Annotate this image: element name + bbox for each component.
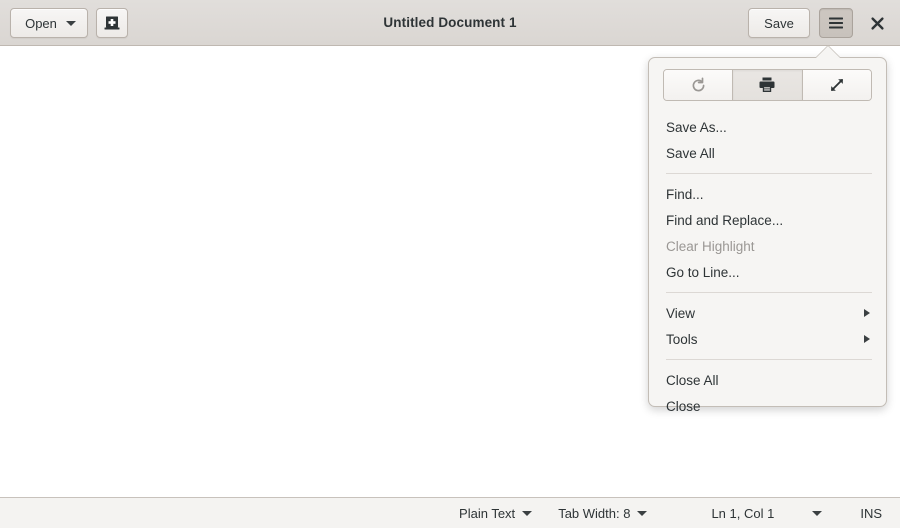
menu-item-label: Go to Line...: [666, 264, 740, 280]
chevron-down-icon: [65, 20, 76, 26]
chevron-down-icon: [812, 510, 823, 516]
open-button-label: Open: [25, 15, 57, 31]
menu-item-label: Clear Highlight: [666, 238, 755, 254]
menu-item-clear-highlight: Clear Highlight: [649, 233, 886, 259]
menu-item-save-all[interactable]: Save All: [649, 140, 886, 166]
menu-item-view[interactable]: View: [649, 300, 886, 326]
chevron-right-icon: [864, 335, 870, 343]
menu-item-label: Close: [666, 398, 701, 414]
menu-item-close-all[interactable]: Close All: [649, 367, 886, 393]
open-button[interactable]: Open: [10, 8, 88, 38]
status-bar: Plain Text Tab Width: 8 Ln 1, Col 1 INS: [0, 497, 900, 528]
insert-mode-indicator[interactable]: INS: [860, 506, 882, 521]
menu-item-close[interactable]: Close: [649, 393, 886, 419]
save-button-label: Save: [764, 15, 794, 31]
header-bar: Untitled Document 1 Open Save: [0, 0, 900, 46]
tab-width-label: Tab Width: 8: [558, 505, 631, 521]
save-button[interactable]: Save: [748, 8, 810, 38]
language-selector[interactable]: Plain Text: [459, 505, 533, 521]
menu-item-find-and-replace[interactable]: Find and Replace...: [649, 207, 886, 233]
menu-item-label: Close All: [666, 372, 719, 388]
print-button[interactable]: [732, 70, 802, 100]
new-document-button[interactable]: [96, 8, 128, 38]
tab-width-selector[interactable]: Tab Width: 8: [558, 505, 648, 521]
header-left-controls: Open: [10, 0, 128, 46]
menu-group-submenus: View Tools: [649, 299, 886, 353]
menu-item-go-to-line[interactable]: Go to Line...: [649, 259, 886, 285]
language-label: Plain Text: [459, 505, 516, 521]
menu-separator: [666, 359, 872, 360]
chevron-right-icon: [864, 309, 870, 317]
window-close-button[interactable]: [862, 8, 892, 38]
menu-separator: [666, 292, 872, 293]
chevron-down-icon: [637, 510, 648, 516]
reload-icon: [692, 77, 705, 91]
menu-group-search: Find... Find and Replace... Clear Highli…: [649, 180, 886, 286]
menu-group-save: Save As... Save All: [649, 113, 886, 167]
menu-item-save-as[interactable]: Save As...: [649, 114, 886, 140]
menu-item-label: Find...: [666, 186, 704, 202]
hamburger-menu-icon: [829, 17, 843, 29]
menu-item-find[interactable]: Find...: [649, 181, 886, 207]
header-right-controls: Save: [748, 0, 892, 46]
menu-item-label: Save All: [666, 145, 715, 161]
fullscreen-icon: [830, 79, 843, 91]
revert-button[interactable]: [664, 70, 733, 100]
menu-item-tools[interactable]: Tools: [649, 326, 886, 352]
main-menu-popover: Save As... Save All Find... Find and Rep…: [648, 46, 887, 414]
menu-icon-toolbar: [663, 69, 872, 101]
printer-icon: [759, 77, 775, 92]
popover-body: Save As... Save All Find... Find and Rep…: [648, 57, 887, 414]
menu-group-close: Close All Close: [649, 366, 886, 420]
menu-item-label: Save As...: [666, 119, 727, 135]
cursor-position-dropdown[interactable]: [812, 510, 823, 516]
cursor-position-selector[interactable]: Ln 1, Col 1: [711, 506, 774, 521]
main-menu-button[interactable]: [819, 8, 853, 38]
chevron-down-icon: [522, 510, 533, 516]
fullscreen-button[interactable]: [801, 70, 871, 100]
menu-separator: [666, 173, 872, 174]
new-document-icon: [104, 16, 120, 30]
text-editor-window: Untitled Document 1 Open Save Save As...…: [0, 0, 900, 528]
menu-item-label: Tools: [666, 331, 698, 347]
menu-item-label: View: [666, 305, 696, 321]
insert-mode-label: INS: [860, 505, 882, 521]
cursor-position-label: Ln 1, Col 1: [711, 505, 775, 521]
menu-item-list: Save As... Save All Find... Find and Rep…: [649, 113, 886, 420]
menu-item-label: Find and Replace...: [666, 212, 784, 228]
popover-tail: [816, 46, 840, 58]
window-close-icon: [870, 16, 884, 30]
